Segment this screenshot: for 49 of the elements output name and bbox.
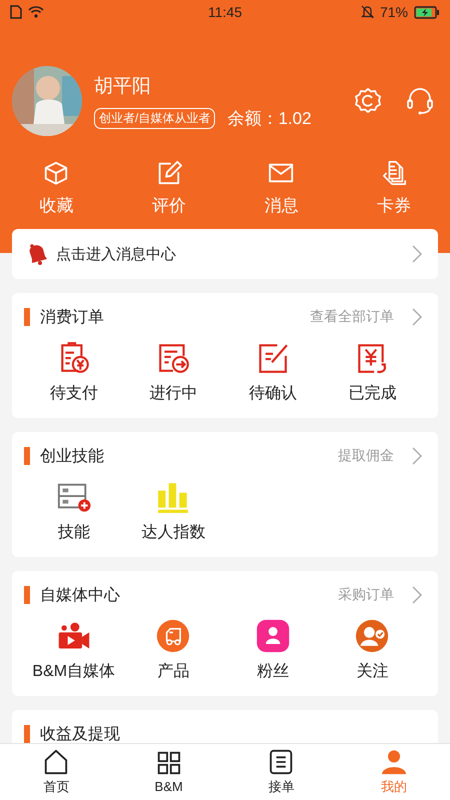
list-icon <box>268 748 294 774</box>
tab[interactable]: B&M <box>112 744 225 800</box>
truck-icon <box>156 619 190 653</box>
shortcut-label[interactable]: 待支付 <box>50 383 98 404</box>
fans-icon <box>256 619 290 653</box>
shortcut-label[interactable]: 达人指数 <box>141 522 206 543</box>
settings-icon[interactable] <box>354 87 382 115</box>
grid-icon <box>156 750 182 776</box>
sim-icon <box>10 5 22 19</box>
headset-icon[interactable] <box>406 87 434 115</box>
bar-chart-icon <box>156 480 190 514</box>
battery-percent: 71% <box>380 4 408 20</box>
accent-bar <box>24 725 30 743</box>
tab[interactable]: 首页 <box>0 744 112 800</box>
accent-bar <box>24 447 30 465</box>
section-title: 自媒体中心 <box>40 586 121 606</box>
shortcut-label[interactable]: 技能 <box>58 522 90 543</box>
message-center-bar[interactable]: 点击进入消息中心 <box>12 229 438 279</box>
cube-icon <box>43 160 70 186</box>
shortcut-label[interactable]: 待确认 <box>248 383 297 404</box>
user-check-icon <box>355 619 390 653</box>
wifi-icon <box>28 6 44 18</box>
tab[interactable]: 接单 <box>225 744 338 800</box>
shortcut-label[interactable]: 关注 <box>356 661 388 682</box>
section-title: 消费订单 <box>40 308 105 328</box>
shortcut-label[interactable]: 已完成 <box>348 383 396 404</box>
battery-icon <box>414 6 440 18</box>
chevron-right-icon <box>412 245 422 263</box>
document-arrow-icon <box>156 341 190 375</box>
message-center-text: 点击进入消息中心 <box>56 244 177 264</box>
chevron-right-icon <box>412 308 422 326</box>
bell-muted-icon <box>360 5 374 19</box>
section-title: 创业技能 <box>40 446 105 466</box>
accent-bar <box>24 586 30 604</box>
chevron-right-icon <box>412 447 422 465</box>
balance-text: 余额：1.02 <box>227 108 312 130</box>
stack-icon <box>380 160 407 186</box>
chevron-right-icon <box>412 586 422 604</box>
shortcut-label[interactable]: 粉丝 <box>256 661 289 682</box>
shortcut-label[interactable]: 产品 <box>157 661 190 682</box>
status-time: 11:45 <box>208 4 242 20</box>
role-tag: 创业者/自媒体从业者 <box>94 108 216 128</box>
section-title: 收益及提现 <box>40 724 121 743</box>
shortcut-label[interactable]: 进行中 <box>149 383 198 404</box>
home-icon <box>43 748 70 774</box>
person-icon <box>380 748 407 774</box>
accent-bar <box>24 308 30 326</box>
user-name: 胡平阳 <box>94 74 152 98</box>
shortcut-label[interactable]: B&M自媒体 <box>32 661 116 682</box>
